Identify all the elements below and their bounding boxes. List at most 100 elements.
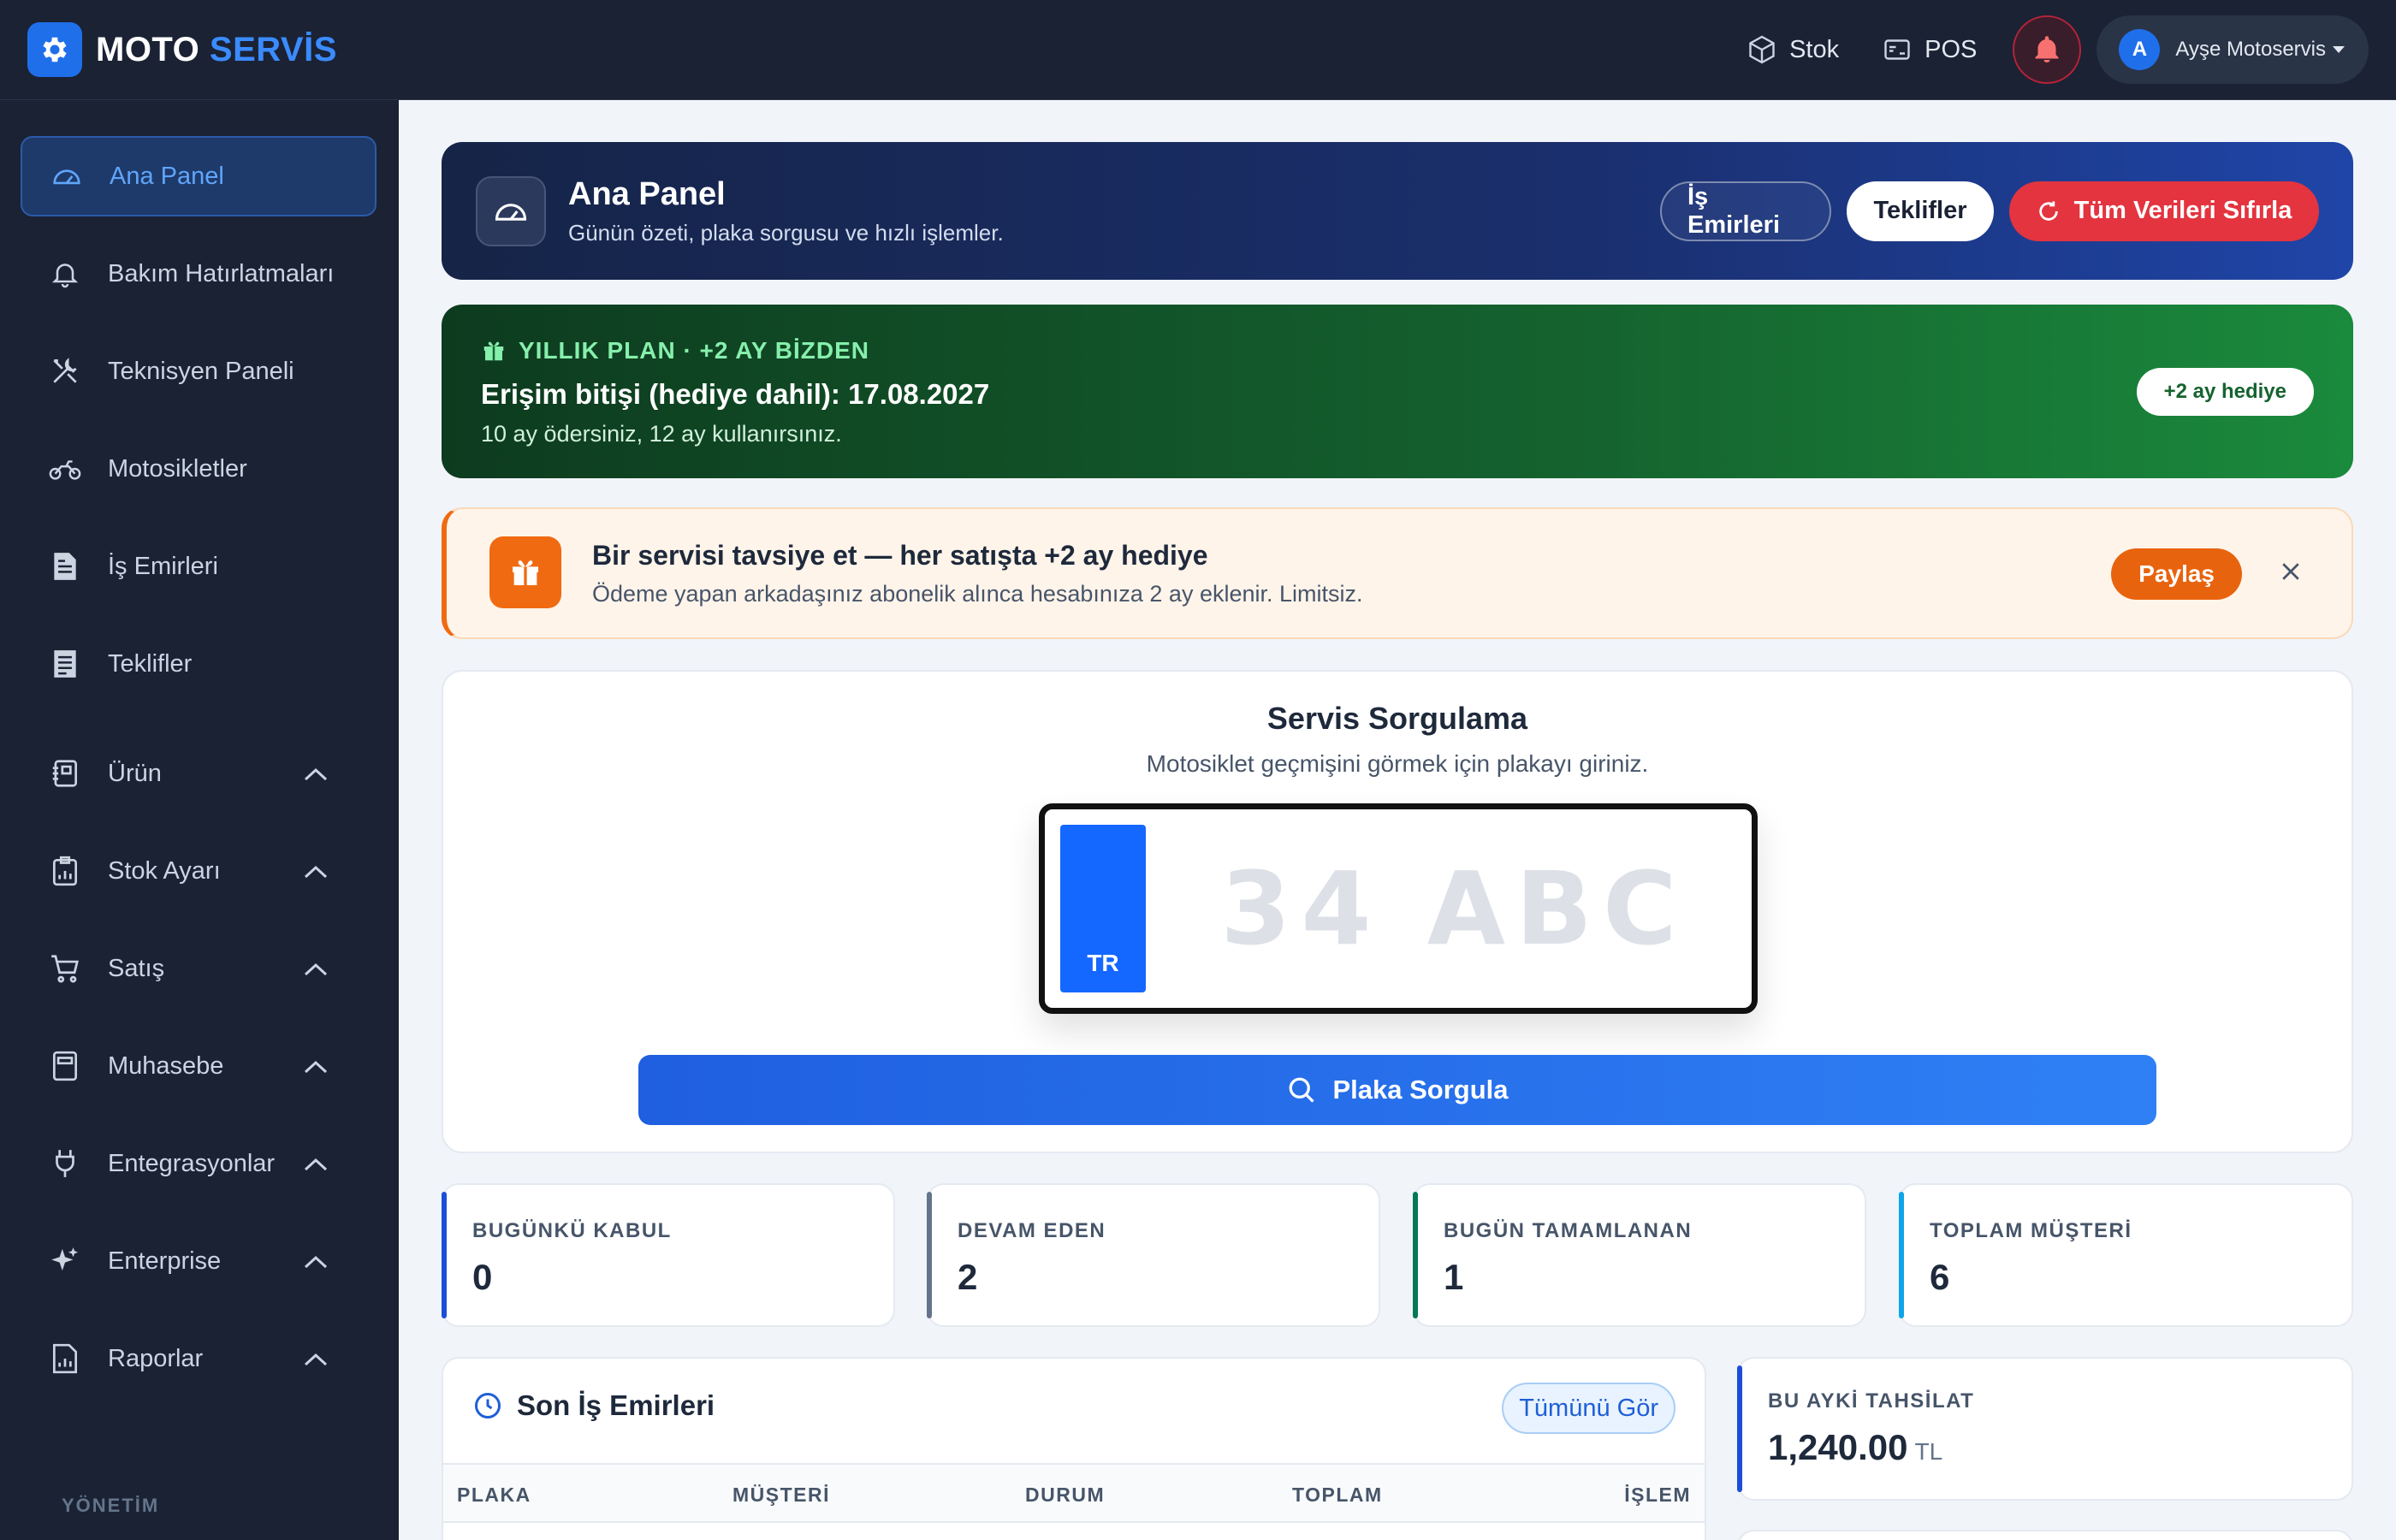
sidebar-item-stok-ayari[interactable]: Stok Ayarı (21, 831, 377, 911)
sidebar-item-label: İş Emirleri (108, 552, 218, 580)
column-header[interactable]: DURUM (1025, 1484, 1105, 1507)
stat-card-total-customers: TOPLAM MÜŞTERİ 6 (1899, 1183, 2353, 1327)
sidebar-item-raporlar[interactable]: Raporlar (21, 1318, 377, 1399)
recent-work-orders: Son İş Emirleri Tümünü Gör PLAKA MÜŞTERİ… (442, 1357, 1706, 1540)
search-subtitle: Motosiklet geçmişini görmek için plakayı… (1146, 750, 1649, 777)
view-all-button[interactable]: Tümünü Gör (1502, 1383, 1675, 1434)
collection-value: 1,240.00 TL (1768, 1427, 1942, 1468)
table-header: PLAKA MÜŞTERİ DURUM TOPLAM İŞLEM (443, 1463, 1705, 1523)
collection-label: BU AYKİ TAHSİLAT (1768, 1389, 1975, 1413)
collection-amount: 1,240.00 (1768, 1427, 1908, 1467)
sidebar-item-label: Satış (108, 954, 165, 982)
refresh-icon (2038, 200, 2058, 221)
stat-label: BUGÜNKÜ KABUL (472, 1219, 672, 1242)
sidebar-item-label: Entegrasyonlar (108, 1149, 276, 1177)
page-subtitle: Günün özeti, plaka sorgusu ve hızlı işle… (568, 219, 1004, 246)
sidebar-item-satis[interactable]: Satış (21, 928, 377, 1009)
stock-label: Stok (1789, 35, 1840, 63)
sidebar-item-label: Teklifler (108, 649, 193, 678)
sidebar-item-enterprise[interactable]: Enterprise (21, 1221, 377, 1301)
stat-label: BUGÜN TAMAMLANAN (1444, 1219, 1693, 1242)
pos-link[interactable]: POS (1882, 34, 1977, 65)
monthly-collection-card: BU AYKİ TAHSİLAT 1,240.00 TL (1737, 1357, 2353, 1501)
brand-name: MOTO SERVİS (96, 30, 337, 68)
motorcycle-icon (48, 453, 82, 484)
referral-subtitle: Ödeme yapan arkadaşınız abonelik alınca … (592, 581, 1363, 607)
brand[interactable]: MOTO SERVİS (27, 22, 337, 77)
column-header[interactable]: İŞLEM (1624, 1484, 1691, 1507)
sidebar-item-teklifler[interactable]: Teklifler (21, 624, 377, 704)
plate-country-code: TR (1060, 825, 1146, 992)
plate-search-card: Servis Sorgulama Motosiklet geçmişini gö… (442, 670, 2353, 1153)
stat-card-in-progress: DEVAM EDEN 2 (927, 1183, 1380, 1327)
box-icon (1749, 35, 1775, 64)
referral-banner: Bir servisi tavsiye et — her satışta +2 … (442, 507, 2353, 639)
document-icon (48, 550, 82, 583)
calculator-icon (48, 1050, 82, 1082)
recent-work-orders-label: Son İş Emirleri (517, 1389, 715, 1421)
reset-label: Tüm Verileri Sıfırla (2073, 197, 2292, 224)
notifications-button[interactable] (2013, 15, 2082, 84)
page-header: Ana Panel Günün özeti, plaka sorgusu ve … (442, 142, 2353, 280)
column-header[interactable]: TOPLAM (1292, 1484, 1383, 1507)
stat-value: 0 (472, 1257, 493, 1297)
book-icon (48, 757, 82, 790)
plan-title: Erişim bitişi (hediye dahil): 17.08.2027 (481, 378, 990, 410)
column-header[interactable]: PLAKA (457, 1484, 531, 1507)
plate-search-label: Plaka Sorgula (1332, 1075, 1509, 1105)
gift-badge: +2 ay hediye (2136, 368, 2314, 416)
sidebar-item-bakim[interactable]: Bakım Hatırlatmaları (21, 234, 377, 314)
license-plate: TR (1039, 803, 1758, 1014)
sidebar-item-is-emirleri[interactable]: İş Emirleri (21, 526, 377, 607)
search-icon (1290, 1077, 1315, 1103)
stat-accent (1413, 1192, 1418, 1318)
plan-eyebrow: YILLIK PLAN · +2 AY BİZDEN (481, 337, 869, 364)
plan-banner: YILLIK PLAN · +2 AY BİZDEN Erişim bitişi… (442, 305, 2353, 478)
sidebar-section-label: YÖNETİM (62, 1495, 160, 1516)
stat-accent (442, 1192, 447, 1318)
file-text-icon (48, 648, 82, 680)
reset-data-button[interactable]: Tüm Verileri Sıfırla (2009, 181, 2319, 241)
chevron-up-icon (304, 1158, 328, 1171)
chevron-up-icon (304, 1255, 328, 1269)
bell-icon (2035, 36, 2059, 62)
chevron-up-icon (304, 962, 328, 976)
plug-icon (48, 1147, 82, 1180)
search-title: Servis Sorgulama (1266, 701, 1528, 736)
avatar: A (2119, 29, 2161, 70)
sidebar-item-teknisyen[interactable]: Teknisyen Paneli (21, 331, 377, 412)
sidebar-item-urun[interactable]: Ürün (21, 733, 377, 814)
page-title: Ana Panel (568, 175, 726, 212)
plate-input[interactable] (1173, 809, 1735, 1008)
collection-currency: TL (1914, 1438, 1943, 1465)
close-icon[interactable] (2278, 559, 2304, 584)
chevron-up-icon (304, 767, 328, 781)
column-header[interactable]: MÜŞTERİ (732, 1484, 830, 1507)
sidebar-item-label: Raporlar (108, 1344, 204, 1372)
user-menu[interactable]: A Ayşe Motoservis (2096, 15, 2369, 84)
sidebar-item-ana-panel[interactable]: Ana Panel (21, 136, 377, 216)
share-button[interactable]: Paylaş (2111, 548, 2242, 600)
sidebar-item-muhasebe[interactable]: Muhasebe (21, 1026, 377, 1106)
chevron-up-icon (304, 1060, 328, 1074)
plan-eyebrow-text: YILLIK PLAN · +2 AY BİZDEN (519, 337, 870, 364)
quotes-button[interactable]: Teklifler (1847, 181, 1994, 241)
user-name: Ayşe Motoservis (2175, 38, 2326, 61)
plate-search-button[interactable]: Plaka Sorgula (638, 1055, 2156, 1125)
sidebar-item-label: Stok Ayarı (108, 856, 221, 885)
top-bar: MOTO SERVİS Stok POS A Ayşe Motoservis (0, 0, 2396, 100)
work-orders-button[interactable]: İş Emirleri (1660, 181, 1831, 241)
stat-accent (927, 1192, 932, 1318)
sidebar-item-entegrasyonlar[interactable]: Entegrasyonlar (21, 1123, 377, 1204)
stat-value: 2 (958, 1257, 978, 1297)
sidebar-item-label: Bakım Hatırlatmaları (108, 259, 335, 287)
chevron-up-icon (304, 1353, 328, 1366)
stat-label: DEVAM EDEN (958, 1219, 1106, 1242)
sidebar-item-label: Enterprise (108, 1247, 222, 1275)
stat-value: 6 (1930, 1257, 1950, 1297)
stock-link[interactable]: Stok (1747, 34, 1839, 65)
sidebar-item-label: Ürün (108, 759, 162, 787)
sidebar-item-motosikletler[interactable]: Motosikletler (21, 429, 377, 509)
plan-subtitle: 10 ay ödersiniz, 12 ay kullanırsınız. (481, 421, 842, 447)
gauge-icon (50, 160, 84, 192)
